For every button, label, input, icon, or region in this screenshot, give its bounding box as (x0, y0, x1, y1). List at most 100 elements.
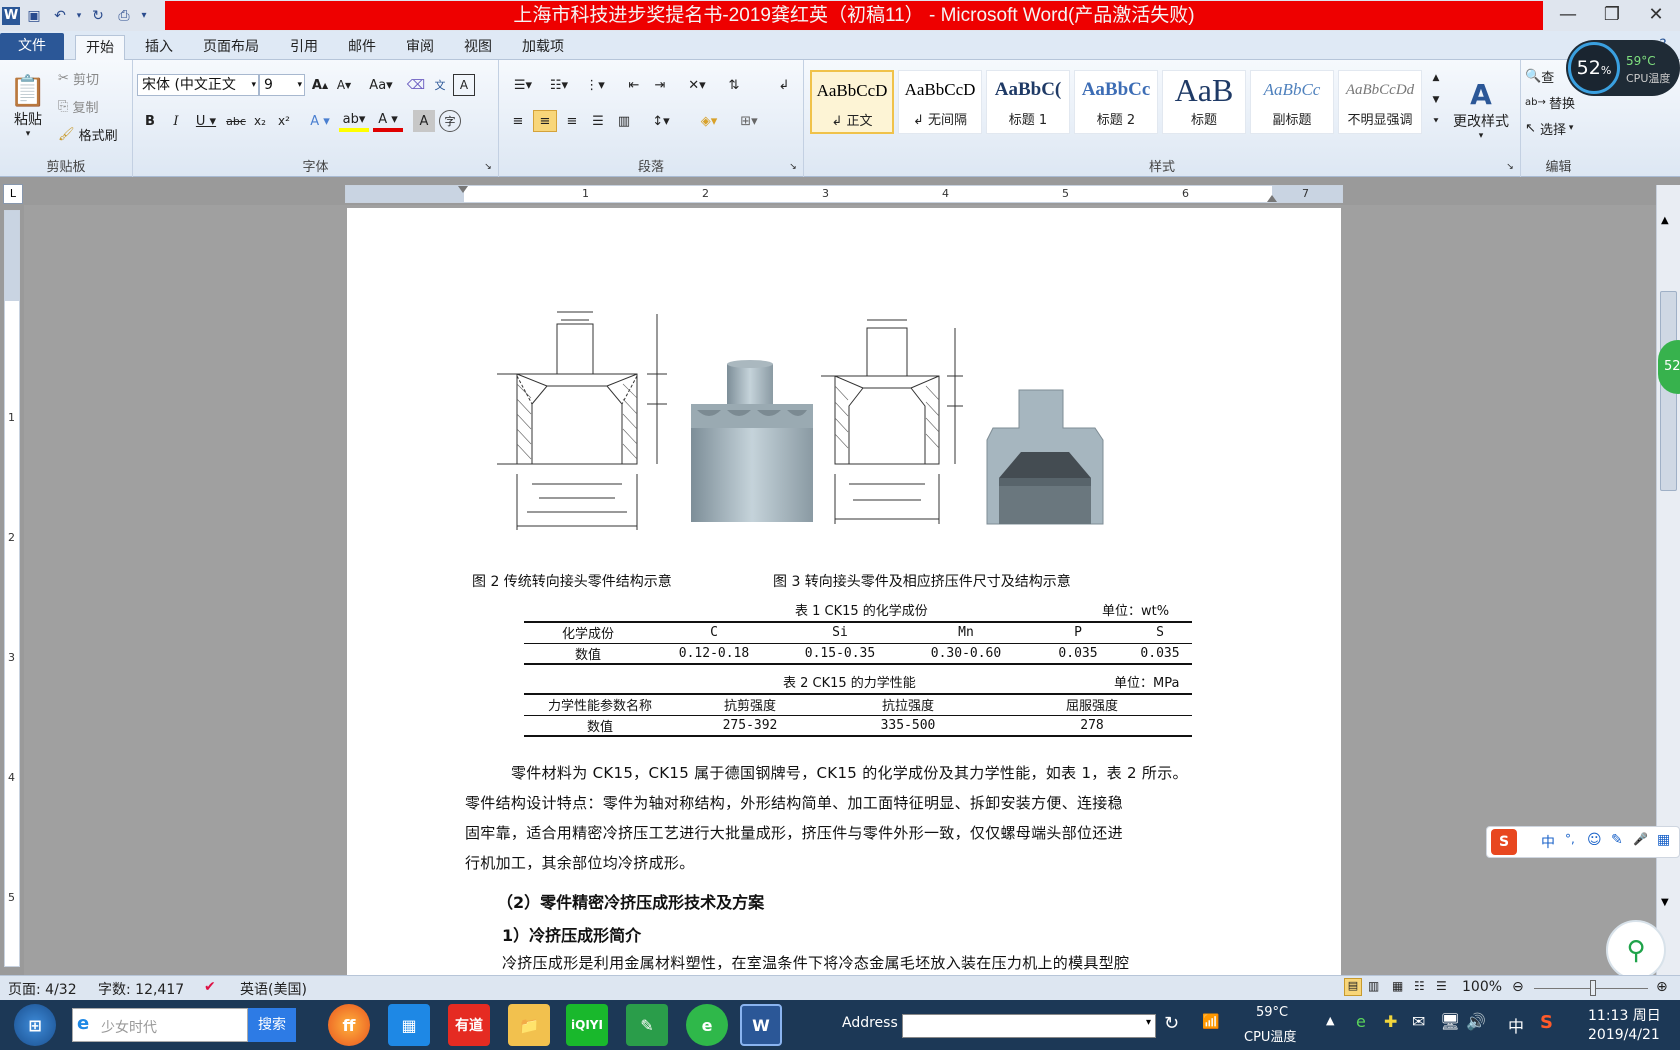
distributed-icon[interactable]: ▥ (613, 110, 635, 132)
tray-ime-label[interactable]: 中 (1508, 1013, 1524, 1037)
change-styles-button[interactable]: A 更改样式 ▾ (1448, 66, 1514, 152)
tab-home[interactable]: 开始 (75, 35, 125, 61)
clock-time[interactable]: 11:13 周日 (1588, 1005, 1661, 1025)
font-size-combo[interactable]: 9 ▾ (259, 74, 305, 96)
wifi-assistant-icon[interactable]: ⚲ (1606, 920, 1666, 980)
excel-icon[interactable]: ✎ (626, 1004, 668, 1046)
character-shading-icon[interactable]: A (413, 110, 435, 132)
align-left-icon[interactable]: ≡ (507, 110, 529, 132)
paste-button[interactable]: 📋 粘贴 ▾ (6, 66, 50, 146)
tray-wechat-icon[interactable]: ✉ (1412, 1012, 1425, 1031)
address-input[interactable]: ▾ (902, 1014, 1156, 1038)
tab-mailings[interactable]: 邮件 (338, 35, 386, 60)
text-effects-icon[interactable]: A ▾ (305, 110, 335, 132)
bold-icon[interactable]: B (139, 110, 161, 132)
zoom-in-icon[interactable]: ⊕ (1656, 979, 1668, 995)
scroll-up-icon[interactable]: ▲ (1661, 215, 1669, 226)
font-name-combo[interactable]: 宋体 (中文正文 ▾ (137, 74, 259, 96)
word-logo-icon[interactable]: W (2, 6, 20, 25)
style-subtle-emphasis[interactable]: AaBbCcDd 不明显强调 (1338, 70, 1422, 134)
show-marks-icon[interactable]: ↲ (773, 74, 795, 96)
sort-icon[interactable]: ⇅ (723, 74, 745, 96)
underline-icon[interactable]: U ▾ (191, 110, 221, 132)
styles-scroll-down-icon[interactable]: ▼ (1428, 90, 1444, 110)
zoom-level[interactable]: 100% (1462, 979, 1502, 995)
change-case-icon[interactable]: Aa▾ (365, 74, 397, 96)
styles-more-icon[interactable]: ⯆ (1428, 112, 1444, 132)
tray-network-icon[interactable]: 🖥 (1440, 1012, 1460, 1031)
close-button[interactable]: ✕ (1634, 0, 1678, 28)
ime-toolbar[interactable]: S 中 °, ☺ ✎ 🎤 ▦ (1486, 826, 1680, 858)
shrink-font-icon[interactable]: A ▼ (333, 74, 355, 96)
replace-button[interactable]: ab→ 替换 (1525, 92, 1575, 112)
tab-page-layout[interactable]: 页面布局 (193, 35, 269, 60)
document-page[interactable]: 图 2 传统转向接头零件结构示意 图 3 转向接头零件及相应挤压件尺寸及结构示意… (347, 208, 1341, 978)
tab-file[interactable]: 文件 (0, 33, 64, 60)
align-center-icon[interactable]: ≡ (533, 110, 557, 132)
style-normal[interactable]: AaBbCcD ↲ 正文 (810, 70, 894, 134)
tray-expand-icon[interactable]: ▲ (1326, 1014, 1334, 1027)
dialog-launcher-icon[interactable]: ↘ (787, 161, 799, 173)
redo-icon[interactable]: ↻ (86, 4, 110, 28)
zoom-out-icon[interactable]: ⊖ (1512, 979, 1524, 995)
numbering-icon[interactable]: ☷▾ (543, 74, 575, 96)
file-explorer-icon[interactable]: 📁 (508, 1004, 550, 1046)
tray-volume-icon[interactable]: 🔊 (1466, 1012, 1486, 1031)
style-subtitle[interactable]: AaBbCc 副标题 (1250, 70, 1334, 134)
ime-voice-icon[interactable]: 🎤 (1633, 832, 1648, 846)
justify-icon[interactable]: ☰ (587, 110, 609, 132)
enclose-characters-icon[interactable]: 字 (439, 110, 461, 132)
superscript-icon[interactable]: x² (273, 110, 295, 132)
copy-button[interactable]: ⎘ 复制 (58, 96, 99, 116)
subscript-icon[interactable]: x₂ (249, 110, 271, 132)
right-indent-marker[interactable] (1267, 195, 1277, 202)
grow-font-icon[interactable]: A ▲ (309, 74, 331, 96)
multilevel-list-icon[interactable]: ⋮▾ (579, 74, 611, 96)
language[interactable]: 英语(美国) (240, 979, 307, 999)
ime-handwriting-icon[interactable]: ✎ (1611, 832, 1623, 848)
line-spacing-icon[interactable]: ↕▾ (645, 110, 677, 132)
format-painter-button[interactable]: 🖌 格式刷 (58, 124, 118, 144)
tray-plus-icon[interactable]: ✚ (1384, 1012, 1397, 1031)
browser-search-box[interactable]: e 少女时代 (72, 1008, 248, 1042)
font-color-icon[interactable]: A ▾ (373, 110, 403, 132)
phonetic-guide-icon[interactable]: 文 (429, 74, 451, 96)
bullets-icon[interactable]: ☰▾ (507, 74, 539, 96)
side-badge-icon[interactable]: 52 (1658, 340, 1680, 394)
customize-qat-icon[interactable]: ▾ (138, 4, 150, 28)
shading-icon[interactable]: ◈▾ (693, 110, 725, 132)
app-grid-icon[interactable]: ▦ (388, 1004, 430, 1046)
cpu-monitor-widget[interactable]: 52% 59°C CPU温度 (1566, 40, 1680, 96)
minimize-button[interactable]: — (1546, 0, 1590, 28)
browser-360-icon[interactable]: e (686, 1004, 728, 1046)
tab-view[interactable]: 视图 (454, 35, 502, 60)
style-no-spacing[interactable]: AaBbCcD ↲ 无间隔 (898, 70, 982, 134)
iqiyi-icon[interactable]: iQIYI (566, 1004, 608, 1046)
search-button[interactable]: 搜索 (248, 1008, 296, 1042)
print-layout-view-icon[interactable]: ▤ (1344, 978, 1362, 996)
wifi-icon[interactable]: 📶 (1202, 1014, 1219, 1030)
tab-insert[interactable]: 插入 (135, 35, 183, 60)
borders-icon[interactable]: ⊞▾ (733, 110, 765, 132)
ime-emoji-icon[interactable]: ☺ (1587, 832, 1602, 848)
align-right-icon[interactable]: ≡ (561, 110, 583, 132)
ime-toolbox-icon[interactable]: ▦ (1657, 832, 1670, 848)
tab-addins[interactable]: 加载项 (512, 35, 574, 60)
tab-selector-button[interactable]: L (3, 184, 23, 204)
full-screen-view-icon[interactable]: ▥ (1368, 979, 1379, 993)
strikethrough-icon[interactable]: abc (225, 110, 247, 132)
vertical-ruler[interactable]: 1 2 3 4 5 (4, 210, 20, 967)
italic-icon[interactable]: I (165, 110, 187, 132)
cut-button[interactable]: ✂ 剪切 (58, 68, 99, 88)
ime-punctuation-icon[interactable]: °, (1565, 832, 1575, 846)
start-button[interactable]: ⊞ (14, 1004, 56, 1046)
find-button[interactable]: 🔍 查 (1525, 66, 1554, 86)
style-title[interactable]: AaB 标题 (1162, 70, 1246, 134)
web-layout-view-icon[interactable]: ▦ (1392, 979, 1403, 993)
highlight-icon[interactable]: ab▾ (339, 110, 369, 132)
save-icon[interactable]: ▣ (22, 4, 46, 28)
page-count[interactable]: 页面: 4/32 (8, 979, 77, 999)
scroll-down-icon[interactable]: ▼ (1661, 897, 1669, 908)
zoom-slider-thumb[interactable] (1590, 980, 1596, 996)
youdao-icon[interactable]: 有道 (448, 1004, 490, 1046)
